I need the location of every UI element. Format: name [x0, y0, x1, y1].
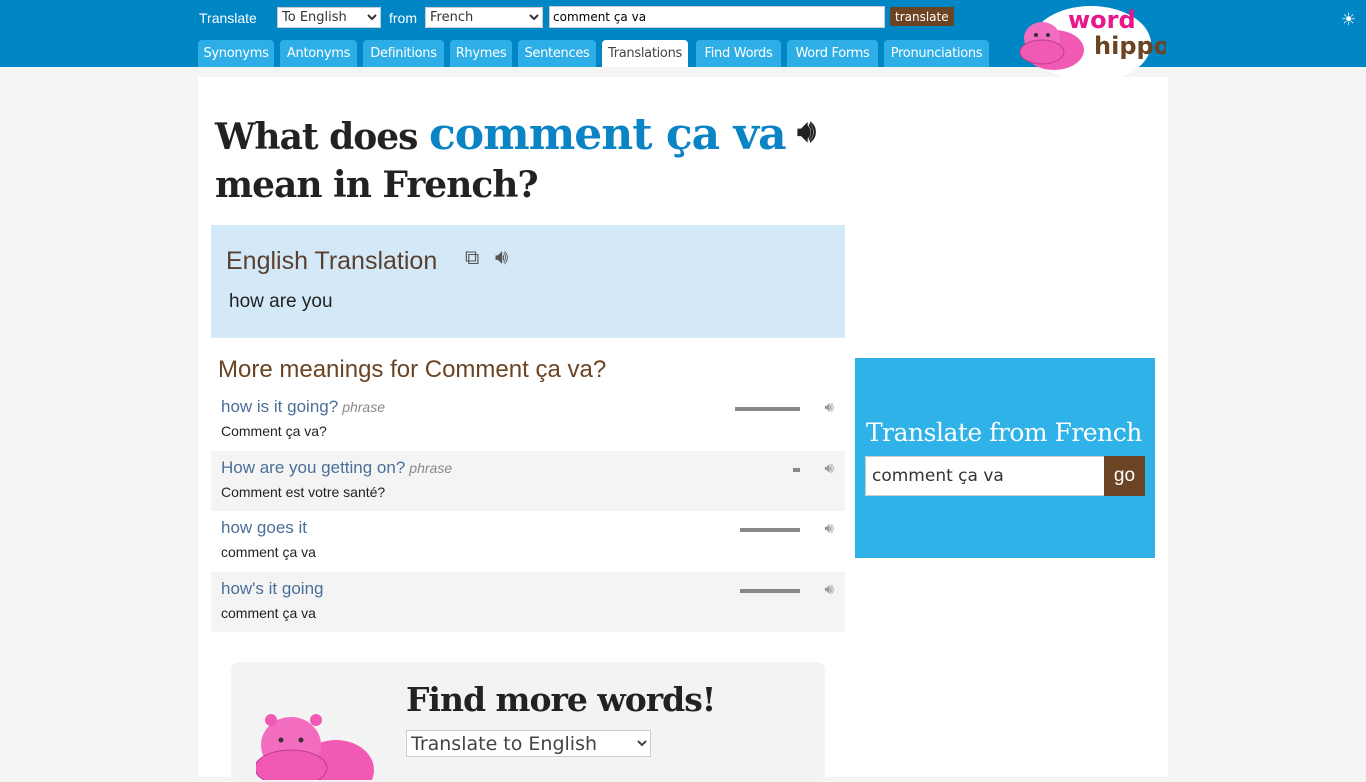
header: Translate To English from French transla…: [0, 0, 1366, 82]
meaning-french: Comment ça va?: [221, 423, 327, 439]
translation-heading: English Translation: [226, 247, 438, 275]
frequency-bar: [740, 528, 800, 532]
svg-text:hippo: hippo: [1094, 32, 1166, 60]
go-button[interactable]: go: [1104, 456, 1145, 496]
sidebar-heading: Translate from French: [866, 418, 1142, 447]
tab-word-forms[interactable]: Word Forms: [787, 40, 878, 67]
to-language-select[interactable]: To English: [277, 7, 381, 28]
meaning-row: how goes it comment ça va 🔊︎: [211, 511, 845, 571]
meaning-french: comment ça va: [221, 605, 316, 621]
tab-antonyms[interactable]: Antonyms: [280, 40, 357, 67]
translate-label: Translate: [199, 10, 257, 26]
from-label: from: [389, 10, 417, 26]
speaker-icon[interactable]: 🔊︎: [825, 581, 834, 598]
meaning-english[interactable]: how is it going? phrase: [221, 397, 385, 417]
sun-icon[interactable]: ☀: [1341, 10, 1356, 30]
speaker-icon[interactable]: 🔊︎: [825, 460, 834, 477]
from-language-select[interactable]: French: [425, 7, 543, 28]
frequency-bar: [735, 407, 800, 411]
tab-definitions[interactable]: Definitions: [363, 40, 444, 67]
meaning-french: comment ça va: [221, 544, 316, 560]
meaning-english[interactable]: how's it going: [221, 579, 323, 599]
meaning-english[interactable]: How are you getting on? phrase: [221, 458, 452, 478]
word-type: phrase: [409, 460, 453, 476]
meaning-french: Comment est votre santé?: [221, 484, 386, 500]
tab-find-words[interactable]: Find Words: [696, 40, 781, 67]
find-more-heading: Find more words!: [406, 680, 716, 719]
translation-value: how are you: [229, 291, 333, 312]
translate-sidebar: Translate from French go: [855, 358, 1155, 558]
page-title: What does comment ça va 🔊︎ mean in French…: [215, 109, 816, 207]
hippo-mascot: [256, 714, 374, 780]
meaning-row: how's it going comment ça va 🔊︎: [211, 572, 845, 632]
speaker-icon[interactable]: 🔊︎: [495, 246, 508, 270]
wordhippo-logo[interactable]: word hippo: [1016, 2, 1170, 82]
speaker-icon[interactable]: 🔊︎: [797, 114, 816, 149]
meaning-english[interactable]: how goes it: [221, 518, 307, 538]
frequency-bar: [740, 589, 800, 593]
meaning-row: How are you getting on? phrase Comment es…: [211, 451, 845, 511]
more-meanings-heading: More meanings for Comment ça va?: [218, 356, 607, 383]
tab-pronunciations[interactable]: Pronunciations: [884, 40, 989, 67]
speaker-icon[interactable]: 🔊︎: [825, 399, 834, 416]
speaker-icon[interactable]: 🔊︎: [825, 520, 834, 537]
meaning-row: how is it going? phrase Comment ça va? 🔊︎: [211, 390, 845, 451]
tab-sentences[interactable]: Sentences: [518, 40, 596, 67]
translate-to-select[interactable]: Translate to English: [406, 730, 651, 757]
find-more-words-box: Find more words! Translate to English: [231, 662, 825, 782]
frequency-bar: [793, 468, 800, 472]
word-type: phrase: [342, 399, 385, 415]
tab-translations[interactable]: Translations: [602, 40, 688, 67]
svg-text:word: word: [1068, 6, 1136, 34]
translate-button[interactable]: translate: [890, 7, 954, 26]
english-translation-box: English Translation ⧉ 🔊︎ how are you: [211, 225, 845, 338]
tab-synonyms[interactable]: Synonyms: [198, 40, 274, 67]
search-input[interactable]: [549, 6, 885, 28]
tab-rhymes[interactable]: Rhymes: [450, 40, 512, 67]
copy-icon[interactable]: ⧉: [465, 247, 479, 270]
sidebar-input[interactable]: [865, 456, 1105, 496]
